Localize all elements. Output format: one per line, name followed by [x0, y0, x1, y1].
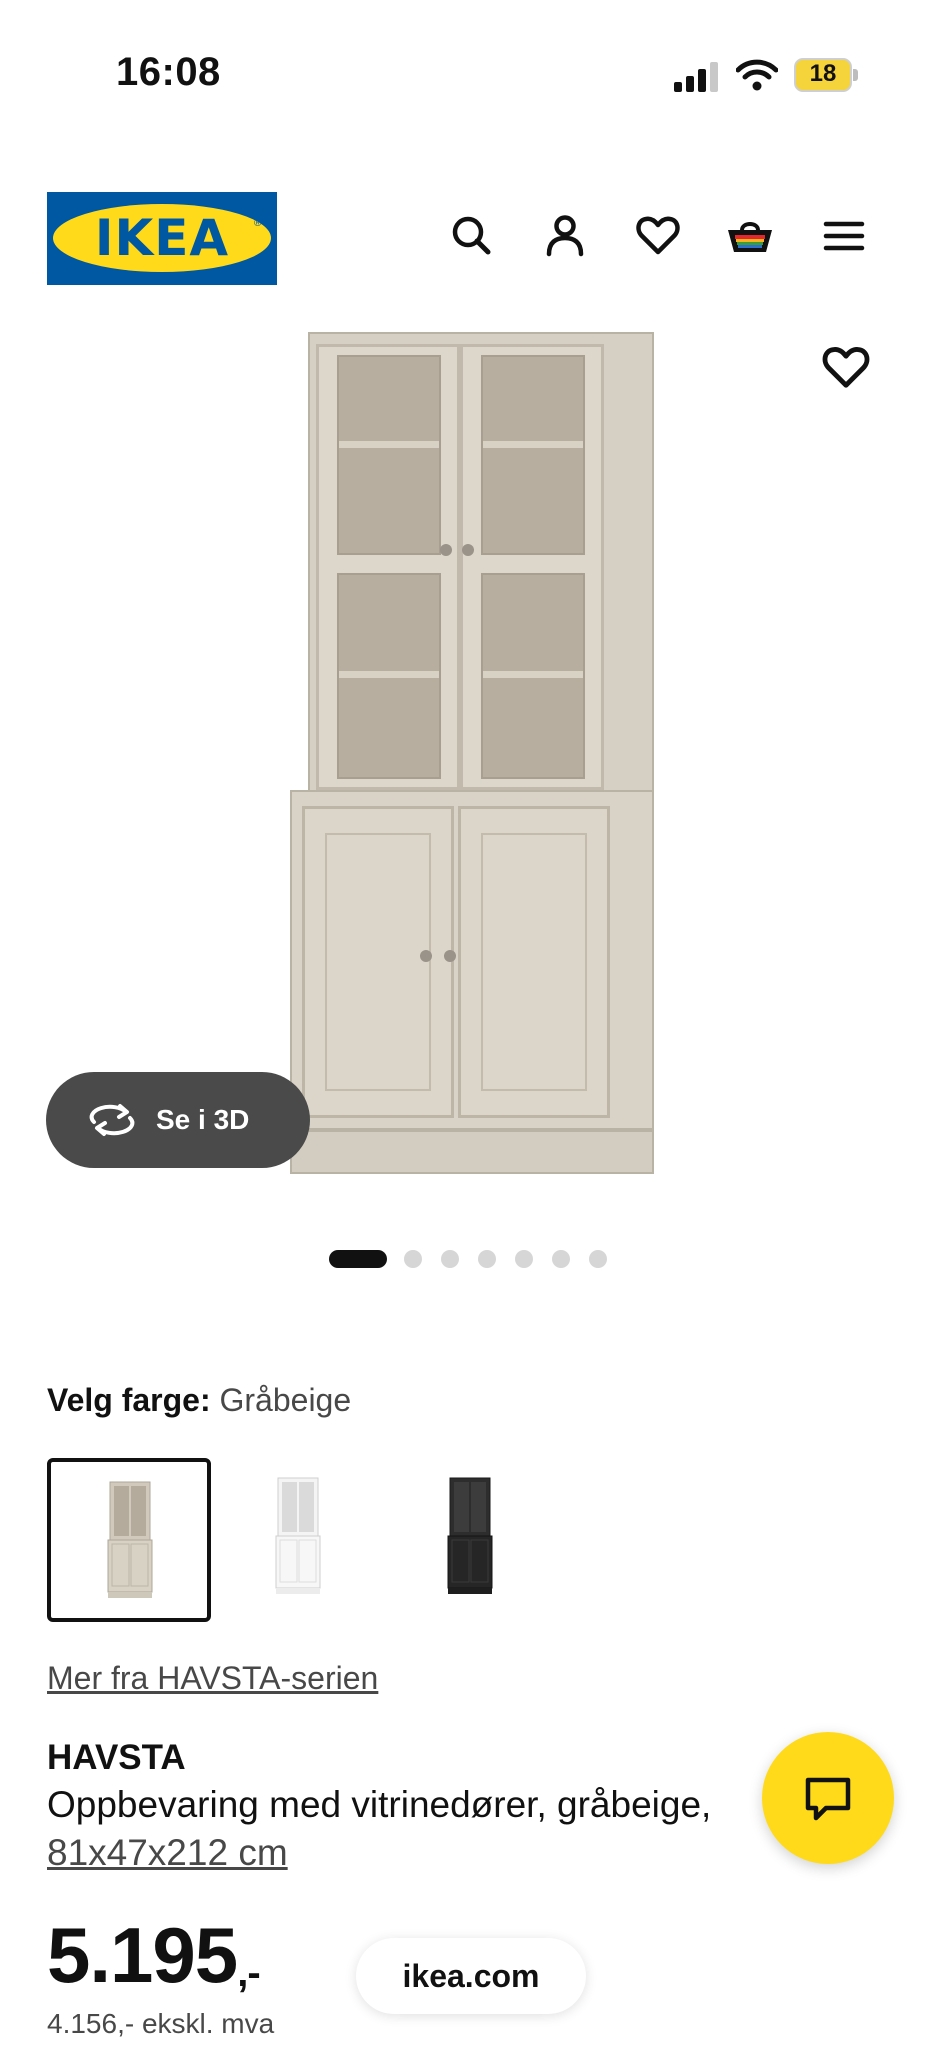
- ikea-logo[interactable]: IKEA ®: [47, 192, 277, 285]
- battery-icon: 18: [794, 58, 858, 92]
- view-3d-label: Se i 3D: [156, 1104, 250, 1135]
- status-time: 16:08: [116, 50, 221, 94]
- image-carousel-dots: [0, 1250, 941, 1270]
- add-to-favourites-icon[interactable]: [818, 340, 874, 396]
- cellular-signal-icon: [674, 62, 720, 92]
- product-description: Oppbevaring med vitrinedører, gråbeige,: [47, 1784, 712, 1825]
- cabinet-glass-top: [308, 332, 654, 794]
- account-icon[interactable]: [539, 210, 591, 262]
- product-size-link[interactable]: 81x47x212 cm: [47, 1832, 288, 1874]
- carousel-dot-4[interactable]: [478, 1250, 496, 1268]
- basket-icon[interactable]: [724, 210, 776, 262]
- carousel-dot-2[interactable]: [404, 1250, 422, 1268]
- color-swatch-black[interactable]: [391, 1458, 555, 1622]
- chat-icon: [805, 1777, 851, 1821]
- cabinet-plinth: [290, 1130, 654, 1174]
- rotate-3d-icon: [89, 1104, 135, 1136]
- price-excl-vat: 4.156,- ekskl. mva: [47, 2008, 275, 2039]
- logo-text: IKEA: [94, 209, 230, 267]
- color-swatch-white[interactable]: [219, 1458, 383, 1622]
- view-3d-button[interactable]: Se i 3D: [46, 1072, 310, 1168]
- carousel-dot-7[interactable]: [589, 1250, 607, 1268]
- site-header: IKEA ®: [0, 190, 941, 286]
- carousel-dot-6[interactable]: [552, 1250, 570, 1268]
- chat-button[interactable]: [762, 1732, 894, 1864]
- menu-icon[interactable]: [818, 210, 870, 262]
- product-image[interactable]: Se i 3D: [0, 320, 941, 1220]
- favourites-icon[interactable]: [632, 210, 684, 262]
- selected-color: Gråbeige: [219, 1382, 352, 1418]
- color-label-title: Velg farge:: [47, 1382, 211, 1418]
- product-name: HAVSTA: [47, 1738, 186, 1777]
- wifi-icon: [735, 58, 779, 92]
- status-bar: 16:08 18: [0, 0, 941, 150]
- color-picker-label: Velg farge: Gråbeige: [47, 1382, 351, 1419]
- product-price: 5.195,-: [47, 1910, 261, 2001]
- carousel-dot-1[interactable]: [329, 1250, 387, 1268]
- cabinet-base: [290, 790, 654, 1130]
- price-suffix: ,-: [237, 1951, 260, 1995]
- carousel-dot-3[interactable]: [441, 1250, 459, 1268]
- color-swatch-grabeige[interactable]: [47, 1458, 211, 1622]
- carousel-dot-5[interactable]: [515, 1250, 533, 1268]
- series-link[interactable]: Mer fra HAVSTA-serien: [47, 1660, 378, 1697]
- battery-level: 18: [809, 60, 837, 87]
- price-value: 5.195: [47, 1911, 238, 1999]
- url-bar[interactable]: ikea.com: [356, 1938, 586, 2014]
- search-icon[interactable]: [446, 210, 498, 262]
